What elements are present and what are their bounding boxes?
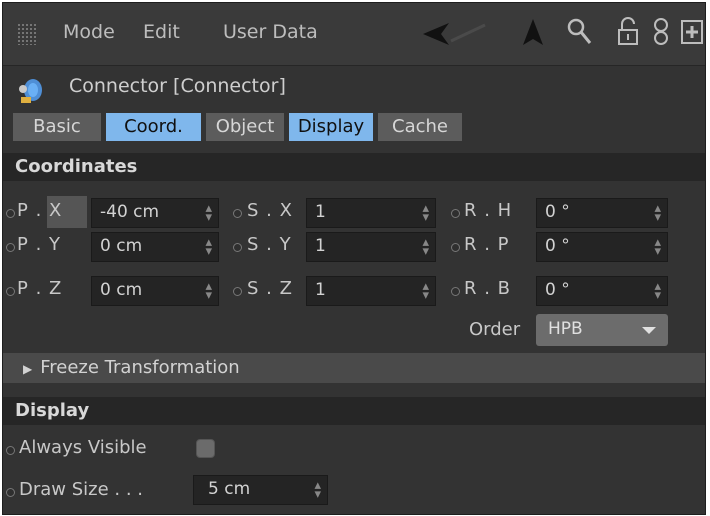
sy-animate-radio[interactable] (233, 243, 242, 252)
link-icon[interactable] (652, 17, 670, 47)
menu-user-data[interactable]: User Data (223, 21, 318, 43)
menu-edit[interactable]: Edit (143, 21, 180, 43)
freeze-transformation-toggle[interactable]: ▶ Freeze Transformation (3, 353, 705, 383)
rh-field[interactable]: 0 ° ▴ ▾ (536, 198, 668, 228)
sy-stepper-icon[interactable]: ▴ ▾ (422, 236, 429, 258)
rh-label: R . H (464, 200, 513, 221)
sy-label: S . Y (247, 234, 292, 255)
py-value: 0 cm (100, 236, 143, 256)
object-title: Connector [Connector] (69, 75, 286, 97)
tab-display[interactable]: Display (289, 113, 373, 141)
pz-field[interactable]: 0 cm ▴ ▾ (91, 276, 219, 306)
rp-field[interactable]: 0 ° ▴ ▾ (536, 232, 668, 262)
tab-basic[interactable]: Basic (13, 113, 101, 141)
py-stepper-icon[interactable]: ▴ ▾ (205, 236, 212, 258)
px-field[interactable]: -40 cm ▴ ▾ (91, 198, 219, 228)
px-label: P . X (17, 200, 63, 221)
sx-label: S . X (247, 200, 293, 221)
back-arrow-icon[interactable] (423, 19, 493, 49)
sz-stepper-icon[interactable]: ▴ ▾ (422, 280, 429, 302)
sx-field[interactable]: 1 ▴ ▾ (306, 198, 436, 228)
order-dropdown[interactable]: HPB (536, 314, 668, 346)
attribute-manager-panel: Mode Edit User Data Connector [Connector… (2, 2, 706, 515)
tab-coord[interactable]: Coord. (106, 113, 201, 141)
chevron-down-icon (642, 327, 656, 334)
rb-label: R . B (464, 278, 512, 299)
sx-animate-radio[interactable] (233, 209, 242, 218)
order-label: Order (469, 319, 521, 340)
draw-size-stepper-icon[interactable]: ▴ ▾ (314, 479, 321, 501)
sz-animate-radio[interactable] (233, 287, 242, 296)
rh-value: 0 ° (545, 202, 570, 222)
lock-icon[interactable] (617, 17, 639, 47)
always-visible-label: Always Visible (19, 437, 147, 458)
draw-size-value: 5 cm (208, 479, 251, 499)
sz-label: S . Z (247, 278, 293, 299)
order-value: HPB (548, 319, 583, 339)
menu-mode[interactable]: Mode (63, 21, 115, 43)
rb-value: 0 ° (545, 280, 570, 300)
sx-value: 1 (315, 202, 326, 222)
draw-size-animate-radio[interactable] (6, 488, 15, 497)
always-visible-animate-radio[interactable] (6, 446, 15, 455)
sy-field[interactable]: 1 ▴ ▾ (306, 232, 436, 262)
rh-animate-radio[interactable] (451, 209, 460, 218)
rb-animate-radio[interactable] (451, 287, 460, 296)
sx-stepper-icon[interactable]: ▴ ▾ (422, 202, 429, 224)
draw-size-label: Draw Size . . . (19, 479, 144, 500)
rb-stepper-icon[interactable]: ▴ ▾ (654, 280, 661, 302)
always-visible-checkbox[interactable] (196, 439, 215, 458)
py-animate-radio[interactable] (6, 243, 15, 252)
freeze-transformation-label: Freeze Transformation (40, 357, 240, 378)
pz-animate-radio[interactable] (6, 287, 15, 296)
rp-label: R . P (464, 234, 510, 255)
display-section-header: Display (3, 397, 705, 425)
tab-cache[interactable]: Cache (378, 113, 462, 141)
px-value: -40 cm (100, 202, 160, 222)
sz-field[interactable]: 1 ▴ ▾ (306, 276, 436, 306)
rh-stepper-icon[interactable]: ▴ ▾ (654, 202, 661, 224)
cursor-arrow-icon[interactable] (521, 17, 545, 47)
rb-field[interactable]: 0 ° ▴ ▾ (536, 276, 668, 306)
search-icon[interactable] (566, 17, 592, 47)
pz-label: P . Z (17, 278, 63, 299)
rp-stepper-icon[interactable]: ▴ ▾ (654, 236, 661, 258)
py-label: P . Y (17, 234, 62, 255)
rp-value: 0 ° (545, 236, 570, 256)
pz-value: 0 cm (100, 280, 143, 300)
draw-size-field[interactable]: 5 cm ▴ ▾ (193, 475, 328, 505)
rp-animate-radio[interactable] (451, 243, 460, 252)
connector-object-icon (19, 79, 42, 103)
menu-bar: Mode Edit User Data (3, 3, 705, 66)
py-field[interactable]: 0 cm ▴ ▾ (91, 232, 219, 262)
px-animate-radio[interactable] (6, 209, 15, 218)
grip-icon[interactable] (17, 23, 37, 45)
sz-value: 1 (315, 280, 326, 300)
px-stepper-icon[interactable]: ▴ ▾ (205, 202, 212, 224)
tab-object[interactable]: Object (206, 113, 284, 141)
pz-stepper-icon[interactable]: ▴ ▾ (205, 280, 212, 302)
triangle-right-icon: ▶ (23, 362, 33, 376)
sy-value: 1 (315, 236, 326, 256)
new-panel-icon[interactable] (680, 19, 704, 45)
coordinates-section-header: Coordinates (3, 153, 705, 181)
